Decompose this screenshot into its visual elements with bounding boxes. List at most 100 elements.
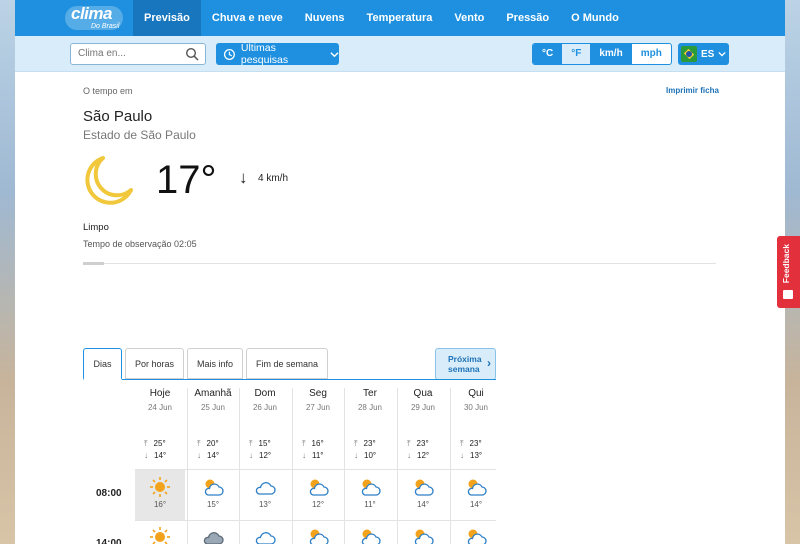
cell-temperature: 14° (469, 500, 483, 509)
nav-item-nuvens[interactable]: Nuvens (294, 0, 356, 36)
day-header[interactable]: Ter 28 Jun (345, 388, 395, 412)
cell-temperature: 11° (364, 500, 376, 509)
unit-fahrenheit[interactable]: °F (562, 44, 591, 64)
print-link[interactable]: Imprimir ficha (666, 86, 719, 95)
cell-temperature: 12° (311, 500, 325, 509)
tab-mais-info[interactable]: Mais info (187, 348, 243, 379)
partly-cloudy-icon (414, 479, 434, 496)
forecast-cell[interactable]: 16° (135, 470, 185, 520)
sun-icon (150, 477, 170, 497)
partly-cloudy-icon (414, 529, 434, 544)
max-temp: ⤒ 23° (407, 439, 429, 448)
feedback-label: Feedback (781, 244, 791, 284)
brazil-flag-icon (681, 46, 697, 62)
forecast-cell[interactable] (135, 520, 185, 544)
day-header[interactable]: Qua 29 Jun (398, 388, 448, 412)
day-name: Qua (413, 388, 433, 399)
min-temp: ↓ 13° (460, 451, 483, 460)
hour-label: 08:00 (96, 488, 122, 499)
max-temp: ⤒ 23° (460, 439, 482, 448)
forecast-cell[interactable]: 14° (451, 470, 501, 520)
unit-kmh[interactable]: km/h (590, 44, 632, 64)
unit-mph[interactable]: mph (632, 44, 671, 64)
partly-cloudy-icon (361, 529, 381, 544)
forecast-cell[interactable]: 12° (293, 470, 343, 520)
weather-in-label: O tempo em (83, 86, 133, 96)
wind-direction-icon: ↓ (239, 168, 248, 187)
partly-cloudy-icon (361, 479, 381, 496)
day-header[interactable]: Dom 26 Jun (240, 388, 290, 412)
day-date: 27 Jun (305, 403, 331, 412)
max-temp: ⤒ 23° (354, 439, 376, 448)
day-header[interactable]: Qui 30 Jun (451, 388, 501, 412)
nav-item-temperatura[interactable]: Temperatura (356, 0, 444, 36)
day-header[interactable]: Amanhã 25 Jun (188, 388, 238, 412)
current-temperature: 17° (156, 158, 217, 202)
tabs-underline (83, 379, 496, 380)
tab-por-horas[interactable]: Por horas (125, 348, 184, 379)
min-temp: ↓ 14° (197, 451, 220, 460)
divider (83, 263, 716, 264)
max-temp: ⤒ 15° (249, 439, 271, 448)
overcast-icon (203, 532, 224, 544)
nav-item-pressao[interactable]: Pressão (495, 0, 560, 36)
max-temp: ⤒ 20° (197, 439, 219, 448)
cell-temperature: 14° (416, 500, 430, 509)
min-temp: ↓ 10° (354, 451, 377, 460)
day-date: 30 Jun (463, 403, 489, 412)
max-arrow-icon: ⤒ (302, 439, 306, 448)
nav-item-previsao[interactable]: Previsão (133, 0, 201, 36)
search-box[interactable] (70, 43, 206, 65)
forecast-cell[interactable]: 15° (188, 470, 238, 520)
day-header[interactable]: Seg 27 Jun (293, 388, 343, 412)
nav-item-vento[interactable]: Vento (443, 0, 495, 36)
max-temp: ⤒ 16° (302, 439, 324, 448)
forecast-cell[interactable]: 13° (240, 470, 290, 520)
min-arrow-icon: ↓ (407, 451, 411, 460)
search-input[interactable] (78, 48, 178, 59)
chevron-down-icon (718, 51, 726, 57)
search-icon[interactable] (185, 47, 199, 61)
forecast-cell[interactable] (293, 520, 343, 544)
brand-sub: Do Brasil (91, 23, 120, 30)
day-name: Ter (363, 388, 377, 399)
next-week-label: Próxima semana (448, 354, 482, 374)
min-arrow-icon: ↓ (354, 451, 358, 460)
cell-temperature: 15° (206, 500, 220, 509)
unit-celsius[interactable]: °C (533, 44, 563, 64)
day-name: Seg (309, 388, 327, 399)
day-date: 26 Jun (252, 403, 278, 412)
forecast-cell[interactable] (451, 520, 501, 544)
partly-cloudy-icon (309, 529, 329, 544)
max-arrow-icon: ⤒ (354, 439, 358, 448)
recent-searches-button[interactable]: Últimas pesquisas (216, 42, 339, 66)
forecast-cell[interactable] (398, 520, 448, 544)
forecast-cell[interactable]: 11° (345, 470, 395, 520)
partly-cloudy-icon (309, 479, 329, 496)
tab-dias[interactable]: Dias (83, 348, 122, 380)
language-selector[interactable]: ES (678, 43, 729, 65)
max-arrow-icon: ⤒ (144, 439, 148, 448)
forecast-cell[interactable] (240, 520, 290, 544)
day-header[interactable]: Hoje 24 Jun (135, 388, 185, 412)
nav-item-chuva[interactable]: Chuva e neve (201, 0, 294, 36)
history-icon (223, 48, 235, 60)
day-name: Dom (254, 388, 276, 399)
state-name: Estado de São Paulo (83, 128, 196, 142)
min-temp: ↓ 12° (249, 451, 272, 460)
feedback-button[interactable]: Feedback (777, 236, 800, 308)
language-code: ES (701, 48, 715, 60)
nav-item-mundo[interactable]: O Mundo (560, 0, 630, 36)
wind-speed: 4 km/h (258, 173, 289, 184)
forecast-cell[interactable] (345, 520, 395, 544)
top-nav: clima Do Brasil Previsão Chuva e neve Nu… (15, 0, 785, 36)
city-name: São Paulo (83, 108, 153, 125)
next-week-button[interactable]: Próxima semana › (435, 348, 496, 380)
brand-name: clima (71, 4, 112, 23)
forecast-cell[interactable]: 14° (398, 470, 448, 520)
moon-icon (85, 156, 133, 205)
condition-label: Limpo (83, 222, 109, 233)
brand-logo[interactable]: clima Do Brasil (15, 0, 133, 36)
forecast-cell[interactable] (188, 520, 238, 544)
tab-fim-de-semana[interactable]: Fim de semana (246, 348, 328, 379)
